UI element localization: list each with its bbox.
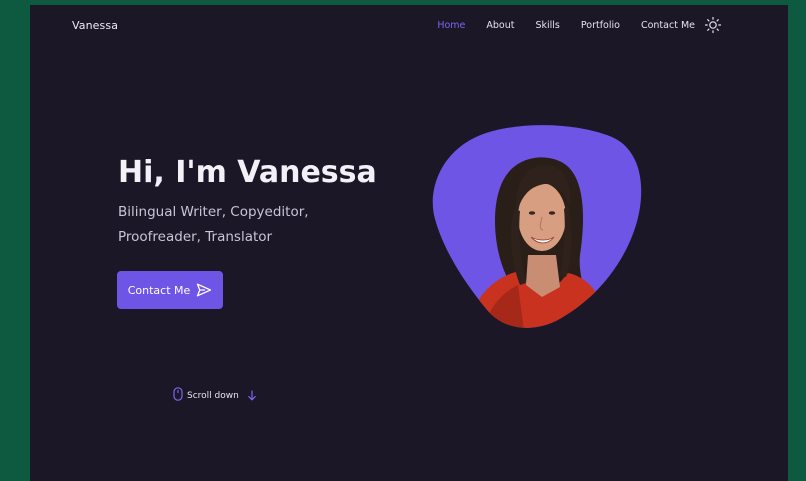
nav-home[interactable]: Home	[437, 20, 465, 31]
nav-contact[interactable]: Contact Me	[641, 20, 695, 31]
send-icon	[196, 283, 212, 297]
arrow-down-icon	[247, 386, 257, 405]
profile-photo	[428, 125, 644, 331]
hero-subtitle: Bilingual Writer, Copyeditor, Proofreade…	[118, 204, 309, 245]
hero-title: Hi, I'm Vanessa	[118, 155, 377, 190]
contact-me-label: Contact Me	[127, 283, 191, 297]
mouse-icon	[173, 386, 183, 405]
nav-portfolio[interactable]: Portfolio	[581, 20, 620, 31]
nav-skills[interactable]: Skills	[535, 20, 559, 31]
scroll-down-link[interactable]: Scroll down	[173, 386, 257, 405]
sun-icon[interactable]	[704, 16, 722, 34]
brand-logo[interactable]: Vanessa	[72, 19, 118, 32]
contact-me-button[interactable]: Contact Me	[117, 271, 223, 309]
page-frame: Vanessa Home About Skills Portfolio Cont…	[30, 5, 788, 481]
main-nav: Home About Skills Portfolio Contact Me	[437, 20, 695, 31]
nav-about[interactable]: About	[486, 20, 514, 31]
scroll-down-label: Scroll down	[187, 390, 239, 401]
